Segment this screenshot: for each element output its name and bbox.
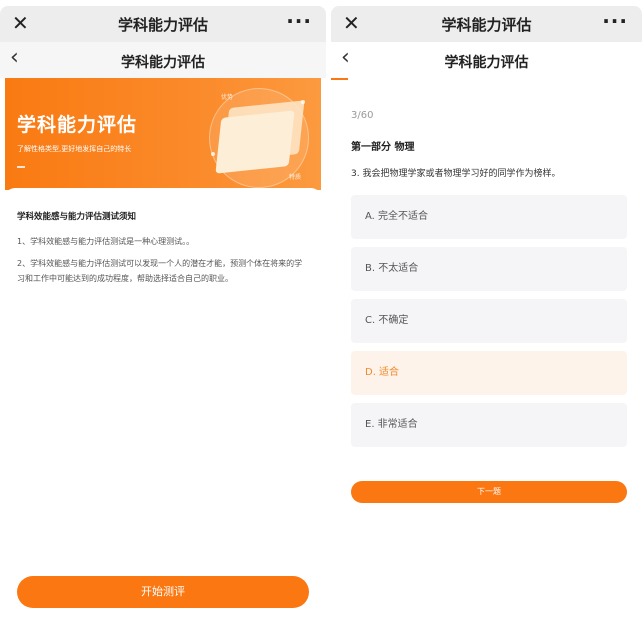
- banner-title: 学科能力评估: [17, 114, 138, 136]
- banner-card-decoration: [215, 110, 295, 174]
- banner-tag: 优势: [221, 94, 234, 101]
- notice-title: 学科效能感与能力评估测试须知: [17, 212, 137, 222]
- page-title: 学科能力评估: [121, 55, 205, 71]
- window-title-bar: ✕ 学科能力评估 ···: [331, 6, 642, 42]
- progress-bar: [331, 78, 348, 80]
- section-title: 第一部分 物理: [351, 142, 415, 153]
- banner-dot: [211, 152, 215, 156]
- banner-divider: [17, 166, 25, 168]
- banner-dot: [301, 100, 305, 104]
- start-assessment-button[interactable]: 开始测评: [17, 576, 309, 608]
- question-screen: ✕ 学科能力评估 ··· ‹ 学科能力评估 3/60 第一部分 物理 3. 我会…: [331, 0, 642, 632]
- notice-item: 2、学科效能感与能力评估测试可以发现一个人的潜在才能，预测个体在将来的学习和工作…: [17, 259, 303, 283]
- option-e[interactable]: E. 非常适合: [351, 403, 627, 447]
- intro-screen: ✕ 学科能力评估 ··· ‹ 学科能力评估 优势 特质 学科能力评估 了解性格类…: [0, 0, 326, 632]
- hero-banner: 优势 特质 学科能力评估 了解性格类型,更好地发挥自己的特长: [5, 78, 321, 190]
- banner-subtitle: 了解性格类型,更好地发挥自己的特长: [17, 145, 132, 153]
- option-d-selected[interactable]: D. 适合: [351, 351, 627, 395]
- more-icon[interactable]: ···: [602, 9, 628, 33]
- window-title: 学科能力评估: [117, 16, 208, 34]
- page-title: 学科能力评估: [444, 55, 529, 71]
- nav-bar: ‹ 学科能力评估: [0, 42, 326, 78]
- banner-tag: 特质: [289, 174, 302, 181]
- window-title: 学科能力评估: [441, 16, 532, 34]
- notice-card: 学科效能感与能力评估测试须知 1、学科效能感与能力评估测试是一种心理测试。。 2…: [5, 188, 321, 632]
- question-counter: 3/60: [351, 110, 374, 121]
- option-a[interactable]: A. 完全不适合: [351, 195, 627, 239]
- nav-bar: ‹ 学科能力评估: [331, 42, 642, 78]
- option-c[interactable]: C. 不确定: [351, 299, 627, 343]
- option-b[interactable]: B. 不太适合: [351, 247, 627, 291]
- more-icon[interactable]: ···: [286, 9, 312, 33]
- window-title-bar: ✕ 学科能力评估 ···: [0, 6, 326, 42]
- notice-item: 1、学科效能感与能力评估测试是一种心理测试。。: [17, 237, 195, 246]
- next-question-button[interactable]: 下一题: [351, 481, 627, 503]
- question-text: 3. 我会把物理学家或者物理学习好的同学作为榜样。: [351, 169, 561, 179]
